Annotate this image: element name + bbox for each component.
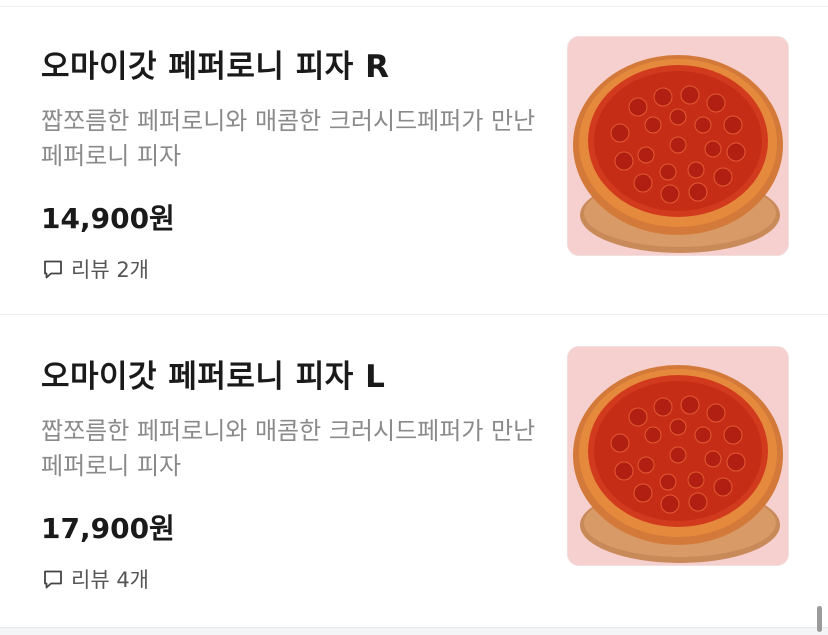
review-count: 리뷰 4개 — [41, 564, 149, 594]
speech-bubble-icon — [41, 567, 65, 591]
menu-item-name: 오마이갓 페퍼로니 피자 R — [41, 49, 390, 85]
review-count-label: 리뷰 2개 — [71, 258, 149, 282]
pizza-image — [567, 36, 789, 256]
top-divider — [0, 0, 828, 7]
scrollbar-thumb[interactable] — [817, 606, 822, 632]
review-count-label: 리뷰 4개 — [71, 568, 149, 592]
speech-bubble-icon — [41, 257, 65, 281]
menu-item-pepperoni-l[interactable]: 오마이갓 페퍼로니 피자 L 짭쪼름한 페퍼로니와 매콤한 크러시드페퍼가 만난… — [0, 317, 828, 625]
menu-item-pepperoni-r[interactable]: 오마이갓 페퍼로니 피자 R 짭쪼름한 페퍼로니와 매콤한 크러시드페퍼가 만난… — [0, 7, 828, 315]
item-divider — [0, 314, 828, 315]
menu-list-page: 오마이갓 페퍼로니 피자 R 짭쪼름한 페퍼로니와 매콤한 크러시드페퍼가 만난… — [0, 0, 828, 635]
menu-item-description: 짭쪼름한 페퍼로니와 매콤한 크러시드페퍼가 만난 페퍼로니 피자 — [41, 417, 536, 480]
menu-item-description: 짭쪼름한 페퍼로니와 매콤한 크러시드페퍼가 만난 페퍼로니 피자 — [41, 107, 536, 170]
pizza-image — [567, 346, 789, 566]
menu-item-name: 오마이갓 페퍼로니 피자 L — [41, 359, 386, 395]
menu-item-price: 14,900원 — [41, 202, 175, 235]
bottom-bar — [0, 627, 828, 635]
review-count: 리뷰 2개 — [41, 254, 149, 284]
menu-item-price: 17,900원 — [41, 512, 175, 545]
